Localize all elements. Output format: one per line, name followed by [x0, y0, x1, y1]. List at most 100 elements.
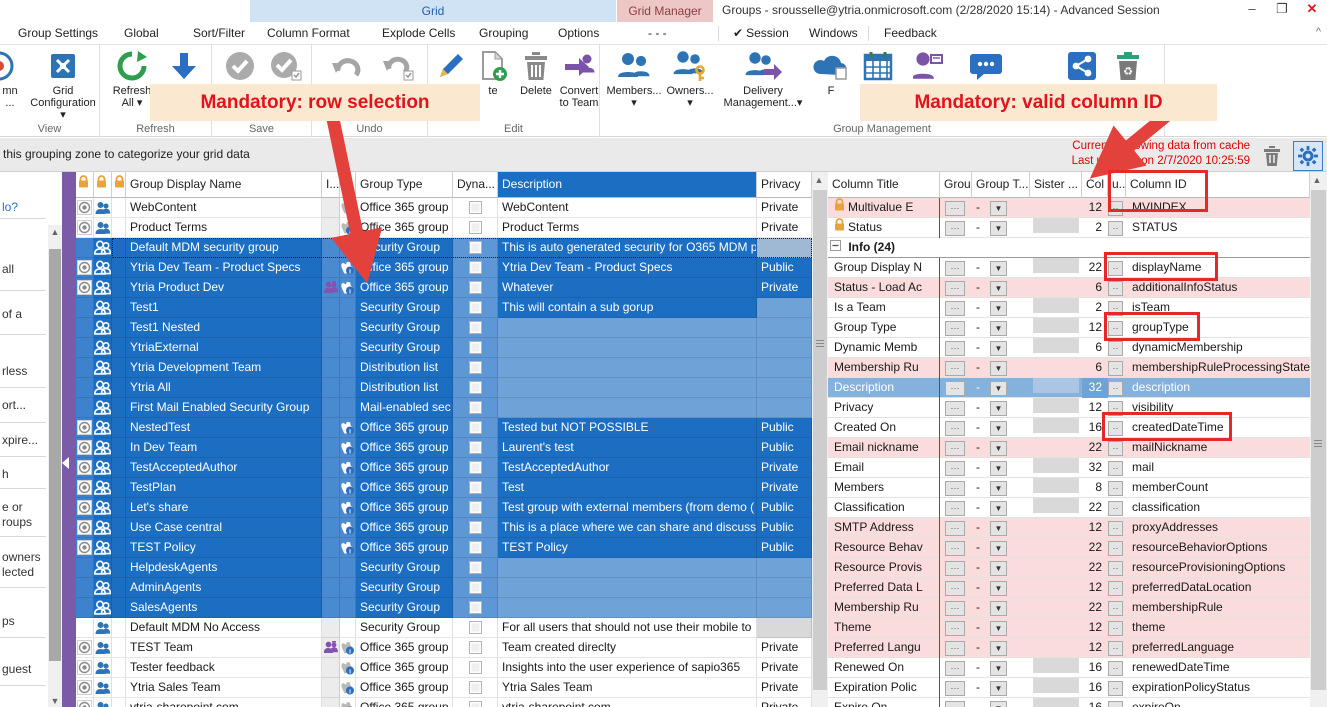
- dynamic-membership-cell[interactable]: [453, 298, 498, 318]
- group-display-name-cell[interactable]: NestedTest: [126, 418, 322, 438]
- sidebar-scrollbar[interactable]: ▲ ▼: [48, 225, 62, 707]
- scroll-up-icon[interactable]: ▲: [1310, 175, 1324, 185]
- sidebar-item[interactable]: ort...: [0, 398, 48, 413]
- cm-column-id-cell[interactable]: classification: [1126, 498, 1310, 518]
- group-type-cell[interactable]: Office 365 group: [356, 478, 453, 498]
- ellipsis-button[interactable]: ··: [1108, 481, 1123, 496]
- dropdown-icon[interactable]: ▼: [990, 341, 1007, 356]
- description-cell[interactable]: Product Terms: [498, 218, 757, 238]
- dropdown-icon[interactable]: ▼: [990, 501, 1007, 516]
- group-type-cell[interactable]: Security Group: [356, 298, 453, 318]
- dropdown-icon[interactable]: ▼: [990, 481, 1007, 496]
- cm-grouping-cell[interactable]: ···: [940, 418, 972, 438]
- description-cell[interactable]: Test group with external members (from d…: [498, 498, 757, 518]
- ellipsis-button[interactable]: ··: [1108, 501, 1123, 516]
- ellipsis-button[interactable]: ··: [1108, 661, 1123, 676]
- ribbon-context-grid[interactable]: Grid: [250, 0, 616, 22]
- group-type-cell[interactable]: Office 365 group: [356, 218, 453, 238]
- cm-group-total-cell[interactable]: -▼: [972, 378, 1030, 398]
- row-select-cell[interactable]: [76, 198, 94, 218]
- cm-width-cell[interactable]: 32: [1082, 458, 1108, 478]
- cm-width-cell[interactable]: 16: [1082, 678, 1108, 698]
- cm-column-id-cell[interactable]: displayName: [1126, 258, 1310, 278]
- cm-column-id-cell[interactable]: theme: [1126, 618, 1310, 638]
- description-cell[interactable]: TestAcceptedAuthor: [498, 458, 757, 478]
- group-type-cell[interactable]: Security Group: [356, 598, 453, 618]
- group-display-name-cell[interactable]: TestPlan: [126, 478, 322, 498]
- dynamic-membership-cell[interactable]: [453, 578, 498, 598]
- group-type-cell[interactable]: Distribution list: [356, 358, 453, 378]
- cm-grouping-cell[interactable]: ···: [940, 298, 972, 318]
- cm-column-title[interactable]: Theme: [828, 618, 940, 638]
- privacy-cell[interactable]: [757, 378, 812, 398]
- dynamic-membership-cell[interactable]: [453, 438, 498, 458]
- row-select-cell[interactable]: [76, 438, 94, 458]
- group-display-name-cell[interactable]: YtriaExternal: [126, 338, 322, 358]
- group-type-cell[interactable]: Security Group: [356, 558, 453, 578]
- cm-column-title[interactable]: Membership Ru: [828, 358, 940, 378]
- cm-column-title[interactable]: Resource Provis: [828, 558, 940, 578]
- cm-column-id-cell[interactable]: mail: [1126, 458, 1310, 478]
- cm-column-id-cell[interactable]: membershipRule: [1126, 598, 1310, 618]
- dynamic-membership-cell[interactable]: [453, 238, 498, 258]
- dropdown-icon[interactable]: ▼: [990, 541, 1007, 556]
- lock-column-header[interactable]: [94, 172, 112, 198]
- cm-column-title[interactable]: Dynamic Memb: [828, 338, 940, 358]
- cm-width-cell[interactable]: 22: [1082, 438, 1108, 458]
- row-select-cell[interactable]: [76, 638, 94, 658]
- cm-width-cell[interactable]: 6: [1082, 358, 1108, 378]
- ellipsis-button[interactable]: ··: [1108, 681, 1123, 696]
- ellipsis-button[interactable]: ···: [945, 221, 965, 236]
- cm-grouping-cell[interactable]: ···: [940, 318, 972, 338]
- cm-ellipsis-cell[interactable]: ··: [1108, 618, 1126, 638]
- description-cell[interactable]: [498, 398, 757, 418]
- scroll-up-icon[interactable]: ▲: [812, 175, 826, 185]
- group-type-cell[interactable]: Office 365 group: [356, 518, 453, 538]
- calendar-button[interactable]: [856, 49, 900, 85]
- dropdown-icon[interactable]: ▼: [990, 561, 1007, 576]
- chat-button[interactable]: [962, 49, 1010, 85]
- cm-header-col[interactable]: Col: [1082, 172, 1108, 198]
- group-type-cell[interactable]: Distribution list: [356, 378, 453, 398]
- privacy-cell[interactable]: [757, 398, 812, 418]
- cm-group-total-cell[interactable]: -▼: [972, 478, 1030, 498]
- ellipsis-button[interactable]: ···: [945, 441, 965, 456]
- undo-button[interactable]: [322, 49, 370, 85]
- lock-column-header[interactable]: [112, 172, 126, 198]
- privacy-cell[interactable]: [757, 618, 812, 638]
- privacy-cell[interactable]: [757, 298, 812, 318]
- close-button[interactable]: ✕: [1297, 0, 1327, 20]
- cm-width-cell[interactable]: 22: [1082, 258, 1108, 278]
- tab-session[interactable]: ✔Session: [733, 22, 789, 44]
- cm-ellipsis-cell[interactable]: ··: [1108, 558, 1126, 578]
- group-type-cell[interactable]: Office 365 group: [356, 458, 453, 478]
- cm-ellipsis-cell[interactable]: ··: [1108, 398, 1126, 418]
- cm-width-cell[interactable]: 12: [1082, 578, 1108, 598]
- dynamic-membership-cell[interactable]: [453, 638, 498, 658]
- groups-grid-scrollbar[interactable]: ▲: [812, 172, 828, 707]
- group-display-name-cell[interactable]: Let's share: [126, 498, 322, 518]
- group-display-name-cell[interactable]: Default MDM No Access: [126, 618, 322, 638]
- cm-header-sister-[interactable]: Sister ...: [1030, 172, 1082, 198]
- tab-feedback[interactable]: Feedback: [884, 22, 937, 44]
- ellipsis-button[interactable]: ··: [1108, 301, 1123, 316]
- scrollbar-thumb[interactable]: [1311, 190, 1326, 690]
- cm-column-title[interactable]: Resource Behav: [828, 538, 940, 558]
- ellipsis-button[interactable]: ··: [1108, 421, 1123, 436]
- row-select-cell[interactable]: [76, 358, 94, 378]
- ellipsis-button[interactable]: ··: [1108, 561, 1123, 576]
- cm-grouping-cell[interactable]: ···: [940, 698, 972, 707]
- group-display-name-cell[interactable]: Ytria Sales Team: [126, 678, 322, 698]
- description-cell[interactable]: Test: [498, 478, 757, 498]
- privacy-cell[interactable]: Public: [757, 498, 812, 518]
- privacy-cell[interactable]: Private: [757, 458, 812, 478]
- ellipsis-button[interactable]: ··: [1108, 601, 1123, 616]
- tab-options[interactable]: Options: [558, 22, 599, 44]
- cm-column-title[interactable]: Group Type: [828, 318, 940, 338]
- cm-group-total-cell[interactable]: -▼: [972, 438, 1030, 458]
- cm-grouping-cell[interactable]: ···: [940, 618, 972, 638]
- sidebar-item[interactable]: guest: [0, 662, 48, 677]
- cm-column-title[interactable]: Expire On: [828, 698, 940, 707]
- description-cell[interactable]: Team created direclty: [498, 638, 757, 658]
- cm-column-title[interactable]: Email: [828, 458, 940, 478]
